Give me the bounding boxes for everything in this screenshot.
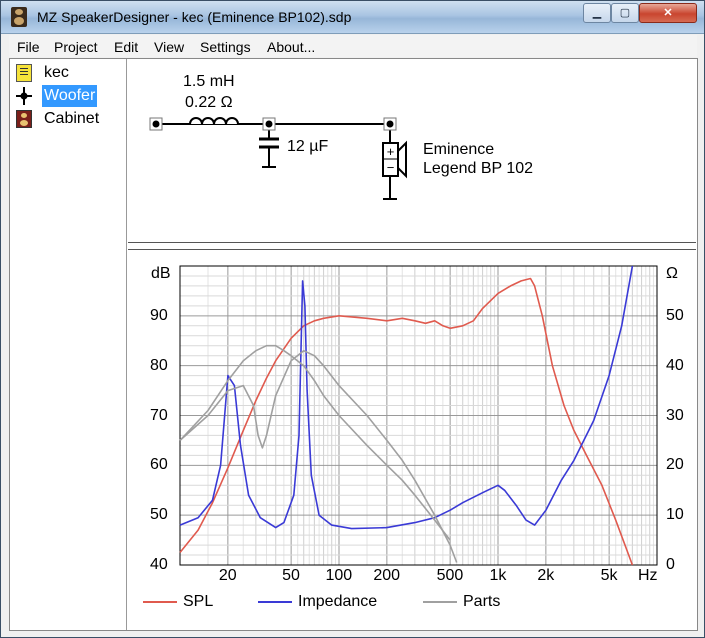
- inductor-symbol: [189, 117, 239, 125]
- y-left-unit: dB: [151, 265, 171, 282]
- driver-brand: Eminence: [423, 141, 495, 158]
- x-unit: Hz: [638, 567, 658, 584]
- notes-icon: [16, 64, 32, 82]
- speaker-cone: [397, 140, 407, 179]
- menu-view[interactable]: View: [154, 39, 184, 55]
- menu-file[interactable]: File: [17, 39, 40, 55]
- legend-item: Parts: [463, 593, 501, 610]
- menu-settings[interactable]: Settings: [200, 39, 251, 55]
- tree-item-label: Woofer: [42, 85, 98, 107]
- y-right-tick: 40: [666, 356, 684, 374]
- legend-item: Impedance: [298, 593, 378, 610]
- inductor-inductance: 1.5 mH: [183, 73, 235, 90]
- x-tick: 2k: [537, 567, 555, 584]
- minus-terminal: −: [387, 160, 395, 175]
- tree-item-label: kec: [44, 64, 69, 81]
- client-area: kec Woofer Cabinet + − 1.5 mH 0.22 Ω 12 …: [9, 58, 698, 631]
- speaker-app-icon[interactable]: [11, 7, 27, 27]
- menu-about[interactable]: About...: [267, 39, 315, 55]
- y-left-tick: 50: [150, 506, 168, 524]
- x-tick: 100: [325, 567, 353, 584]
- y-left-tick: 40: [150, 556, 168, 573]
- series-parts: [179, 344, 451, 541]
- schematic-panel[interactable]: + − 1.5 mH 0.22 Ω 12 µF Eminence Legend …: [128, 59, 697, 241]
- tree-item-kec[interactable]: kec: [12, 62, 122, 84]
- y-left-tick: 70: [150, 406, 168, 424]
- x-tick: 500: [436, 567, 464, 584]
- y-left-tick: 80: [150, 356, 168, 374]
- woofer-node-icon: [16, 87, 32, 105]
- driver-model: Legend BP 102: [423, 160, 534, 177]
- x-tick: 200: [373, 567, 401, 584]
- x-tick: 5k: [600, 567, 618, 584]
- y-right-tick: 20: [666, 456, 684, 474]
- menu-project[interactable]: Project: [54, 39, 98, 55]
- x-tick: 20: [218, 567, 237, 584]
- x-tick: 50: [282, 567, 300, 584]
- y-right-tick: 10: [666, 506, 684, 524]
- series-spl: [179, 277, 634, 566]
- y-right-tick: 0: [666, 556, 675, 573]
- close-button[interactable]: ✕: [639, 3, 697, 23]
- y-left-tick: 90: [150, 306, 168, 324]
- x-tick: 1k: [489, 567, 507, 584]
- tree-item-cabinet[interactable]: Cabinet: [12, 108, 122, 130]
- app-window: MZ SpeakerDesigner - kec (Eminence BP102…: [0, 0, 705, 638]
- title-bar[interactable]: MZ SpeakerDesigner - kec (Eminence BP102…: [1, 1, 704, 34]
- maximize-button[interactable]: ▢: [611, 3, 639, 23]
- y-right-tick: 30: [666, 406, 684, 424]
- capacitor-value: 12 µF: [287, 138, 329, 155]
- tree-item-label: Cabinet: [44, 110, 100, 127]
- cabinet-icon: [16, 110, 32, 128]
- minimize-button[interactable]: ▁: [583, 3, 611, 23]
- y-right-tick: 50: [666, 306, 684, 324]
- window-title: MZ SpeakerDesigner - kec (Eminence BP102…: [37, 9, 352, 25]
- legend-item: SPL: [183, 593, 214, 610]
- y-right-unit: Ω: [666, 265, 678, 282]
- plus-terminal: +: [387, 144, 395, 159]
- project-tree: kec Woofer Cabinet: [10, 59, 127, 630]
- menu-edit[interactable]: Edit: [114, 39, 138, 55]
- response-chart[interactable]: dB Ω Hz 40 50 60 70 80 90 0 10 20 30 40 50 20 50 100…: [128, 249, 697, 630]
- menu-bar: File Project Edit View Settings About...: [9, 35, 697, 57]
- tree-item-woofer[interactable]: Woofer: [12, 85, 122, 107]
- y-left-tick: 60: [150, 456, 168, 474]
- inductor-resistance: 0.22 Ω: [185, 94, 233, 111]
